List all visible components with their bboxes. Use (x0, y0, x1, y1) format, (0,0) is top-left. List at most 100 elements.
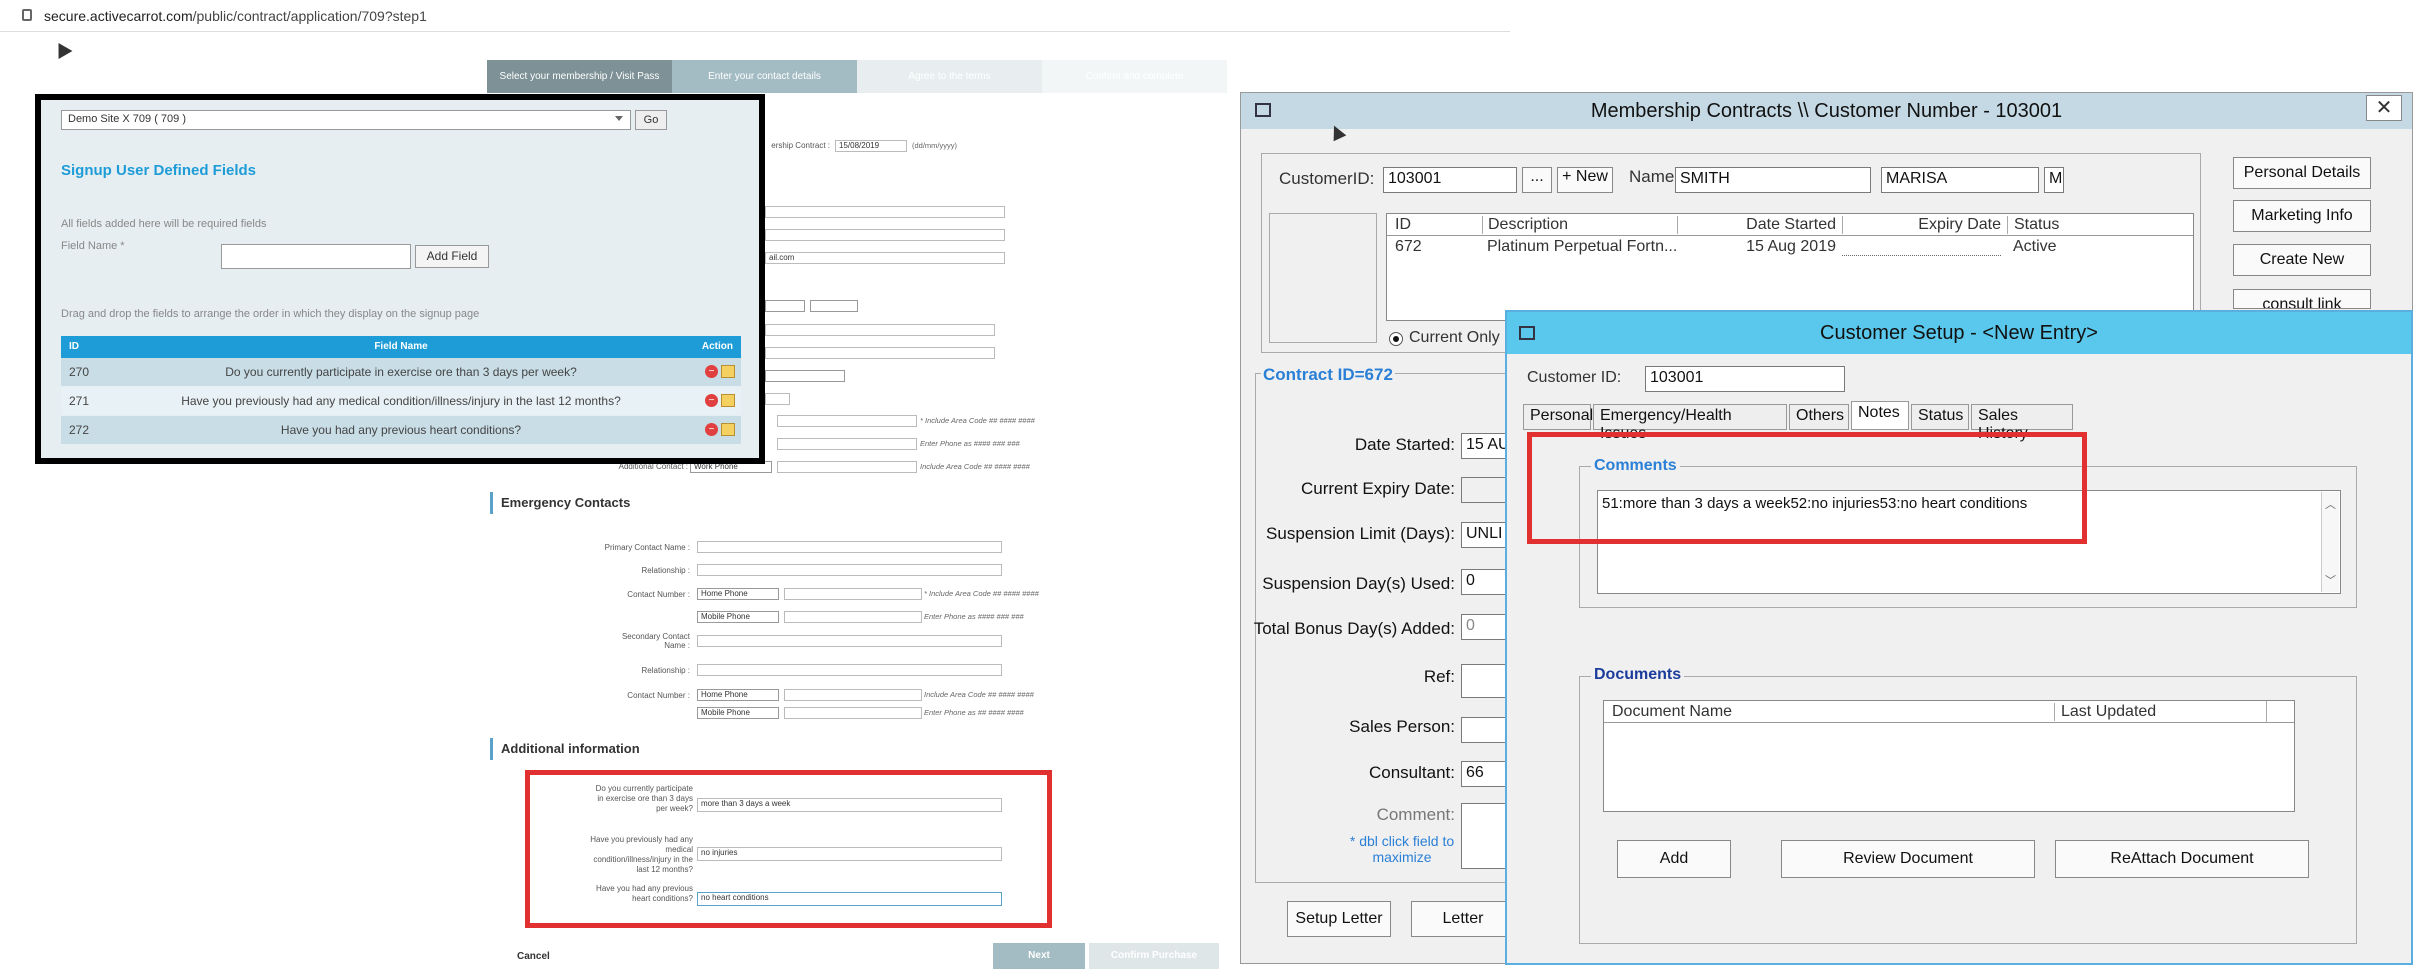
secondary-contact-input[interactable] (697, 635, 1002, 647)
site-select[interactable]: Demo Site X 709 ( 709 ) (61, 110, 631, 130)
signup-fields-overlay: Demo Site X 709 ( 709 ) Go Signup User D… (35, 94, 765, 464)
reattach-document-button[interactable]: ReAttach Document (2055, 840, 2309, 878)
current-expiry-label: Current Expiry Date: (1301, 479, 1455, 498)
relationship-input-2[interactable] (697, 664, 1002, 676)
edit-icon[interactable] (721, 394, 735, 407)
fields-table-header: ID Field Name Action (61, 336, 741, 358)
phone-format-hint-2: Enter Phone as #### ### ### (924, 612, 1024, 621)
cancel-link[interactable]: Cancel (517, 951, 550, 962)
chevron-down-icon[interactable]: ﹀ (2325, 572, 2336, 588)
setup-letter-button[interactable]: Setup Letter (1287, 901, 1391, 937)
consult-link-button[interactable]: consult link (2233, 289, 2371, 309)
additional-contact-input[interactable] (777, 461, 917, 473)
edit-icon[interactable] (721, 423, 735, 436)
tab-emergency-health[interactable]: Emergency/Health Issues (1593, 404, 1787, 442)
table-row[interactable]: 271 Have you previously had any medical … (61, 387, 741, 415)
bonus-days-label: Total Bonus Day(s) Added: (1253, 619, 1455, 638)
field-input-2[interactable] (765, 229, 1005, 241)
table-row[interactable]: 272 Have you had any previous heart cond… (61, 416, 741, 444)
tab-personal[interactable]: Personal (1523, 404, 1593, 430)
chevron-up-icon[interactable]: ︿ (2325, 496, 2336, 512)
delete-icon[interactable]: − (705, 394, 718, 407)
tab-status[interactable]: Status (1911, 404, 1969, 430)
url-text[interactable]: secure.activecarrot.com/public/contract/… (44, 8, 427, 24)
dob-month-select[interactable] (765, 300, 805, 312)
dob-year-select[interactable] (810, 300, 858, 312)
home-phone-input-1[interactable] (784, 588, 922, 600)
chevron-down-icon (615, 116, 623, 121)
review-document-button[interactable]: Review Document (1781, 840, 2035, 878)
current-only-radio[interactable] (1389, 332, 1403, 346)
relationship-label-1: Relationship : (641, 566, 690, 575)
row-field-name: Have you had any previous heart conditio… (280, 423, 522, 437)
table-row[interactable]: 270 Do you currently participate in exer… (61, 358, 741, 386)
drag-note: Drag and drop the fields to arrange the … (61, 308, 480, 320)
mobile-phone-select-2[interactable]: Mobile Phone (697, 707, 779, 719)
row-status: Active (2013, 238, 2057, 255)
col-field-name: Field Name (374, 341, 428, 352)
browser-address-bar[interactable]: secure.activecarrot.com/public/contract/… (0, 0, 1510, 32)
answer-3-input[interactable]: no heart conditions (697, 892, 1002, 906)
contact-number-label-2: Contact Number : (627, 691, 690, 700)
contract-start-input[interactable]: 15/08/2019 (835, 140, 907, 152)
phone-input-1[interactable] (777, 415, 917, 427)
add-document-button[interactable]: Add (1617, 840, 1731, 878)
field-name-input[interactable] (221, 244, 411, 269)
create-new-button[interactable]: Create New (2233, 244, 2371, 276)
suspension-limit-label: Suspension Limit (Days): (1266, 524, 1455, 543)
customer-id-input[interactable]: 103001 (1645, 366, 1845, 392)
initial-input[interactable]: M (2044, 167, 2064, 193)
close-icon[interactable]: ✕ (2366, 95, 2402, 121)
tab-notes[interactable]: Notes (1851, 401, 1909, 430)
mobile-phone-select-1[interactable]: Mobile Phone (697, 611, 779, 623)
home-phone-input-2[interactable] (784, 689, 922, 701)
personal-details-button[interactable]: Personal Details (2233, 157, 2371, 189)
field-input-4[interactable] (765, 347, 995, 359)
phone-format-hint-3: Enter Phone as ## #### #### (924, 708, 1024, 717)
mobile-phone-input-1[interactable] (784, 611, 922, 623)
relationship-input-1[interactable] (697, 564, 1002, 576)
tab-others[interactable]: Others (1789, 404, 1849, 430)
col-status: Status (2007, 216, 2177, 234)
answer-2-input[interactable]: no injuries (697, 847, 1002, 861)
edit-icon[interactable] (721, 365, 735, 378)
row-description: Platinum Perpetual Fortn... (1487, 238, 1678, 255)
home-phone-select-2[interactable]: Home Phone (697, 689, 779, 701)
confirm-purchase-button[interactable]: Confirm Purchase (1089, 943, 1219, 969)
add-field-button[interactable]: Add Field (415, 245, 489, 268)
documents-title: Documents (1591, 666, 1685, 684)
go-button[interactable]: Go (635, 110, 667, 130)
email-input[interactable]: ail.com (765, 252, 1005, 264)
postcode-input[interactable] (765, 393, 790, 405)
comments-scrollbar[interactable]: ︿ ﹀ (2321, 492, 2339, 592)
delete-icon[interactable]: − (705, 365, 718, 378)
customer-id-input[interactable]: 103001 (1383, 167, 1517, 193)
surname-input[interactable]: SMITH (1675, 167, 1871, 193)
letter-button[interactable]: Letter (1411, 901, 1515, 937)
next-button[interactable]: Next (993, 943, 1085, 969)
signup-steps: Select your membership / Visit Pass Ente… (487, 60, 1227, 93)
phone-input-2[interactable] (777, 438, 917, 450)
new-customer-button[interactable]: + New (1557, 167, 1613, 193)
field-input-1[interactable] (765, 206, 1005, 218)
mobile-phone-input-2[interactable] (784, 707, 922, 719)
step-contact-details[interactable]: Enter your contact details (672, 60, 857, 93)
answer-1-input[interactable]: more than 3 days a week (697, 798, 1002, 812)
home-phone-select-1[interactable]: Home Phone (697, 588, 779, 600)
primary-contact-input[interactable] (697, 541, 1002, 553)
step-terms[interactable]: Agree to the terms (857, 60, 1042, 93)
col-date-started: Date Started (1677, 216, 1842, 234)
browse-button[interactable]: ... (1522, 167, 1552, 193)
col-description: Description (1482, 216, 1677, 234)
customer-id-label: Customer ID: (1527, 369, 1622, 386)
step-select-membership[interactable]: Select your membership / Visit Pass (487, 60, 672, 93)
date-format-hint: (dd/mm/yyyy) (912, 141, 957, 150)
table-row[interactable]: 672 Platinum Perpetual Fortn... 15 Aug 2… (1387, 236, 2177, 258)
marketing-info-button[interactable]: Marketing Info (2233, 200, 2371, 232)
state-select[interactable] (765, 370, 845, 382)
first-name-input[interactable]: MARISA (1881, 167, 2039, 193)
step-confirm[interactable]: Confirm and complete (1042, 60, 1227, 93)
tab-sales-history[interactable]: Sales History (1971, 404, 2073, 442)
field-input-3[interactable] (765, 324, 995, 336)
delete-icon[interactable]: − (705, 423, 718, 436)
